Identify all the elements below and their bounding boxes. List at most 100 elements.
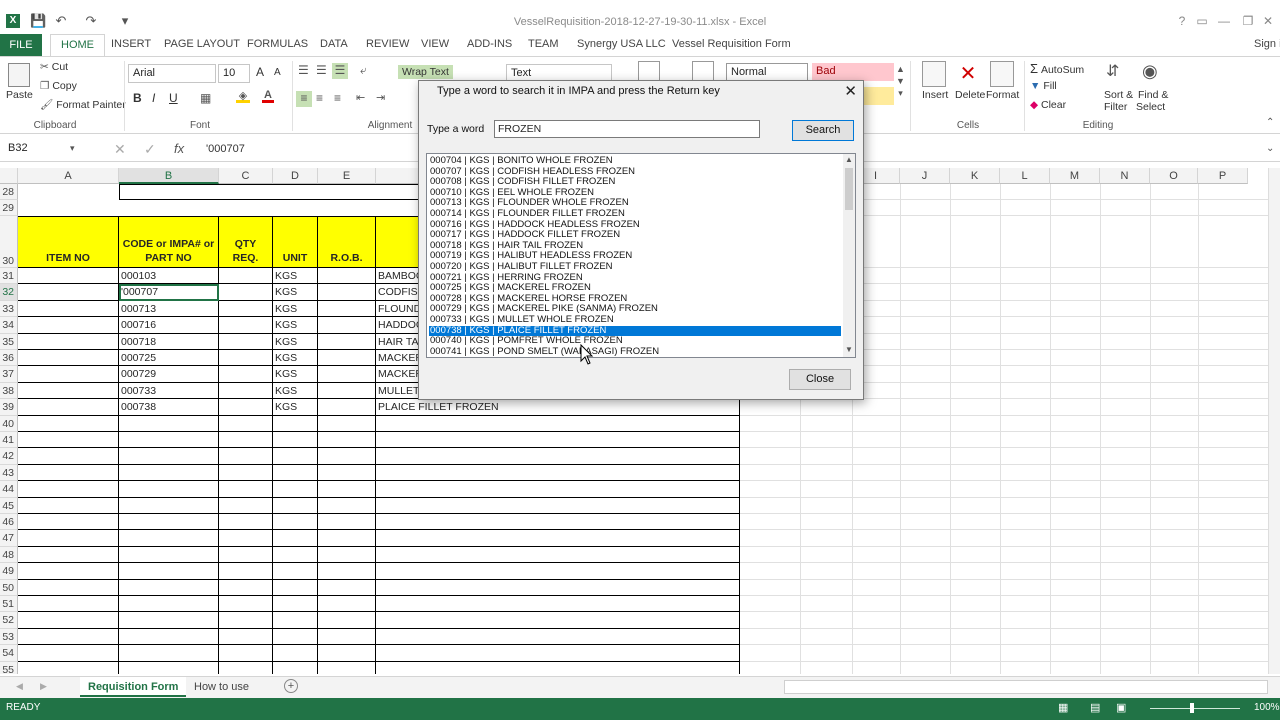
cell-code[interactable] xyxy=(119,579,219,596)
sort-filter-icon[interactable]: ⇵ xyxy=(1106,61,1119,81)
tab-insert[interactable]: INSERT xyxy=(111,38,151,50)
row-header[interactable]: 30 xyxy=(0,216,18,268)
cell-item-no[interactable] xyxy=(18,645,119,662)
bold-button[interactable]: B xyxy=(133,91,142,105)
close-button[interactable]: Close xyxy=(789,369,851,390)
collapse-ribbon-icon[interactable]: ⌃ xyxy=(1266,117,1274,128)
cell-unit[interactable]: KGS xyxy=(273,284,318,301)
header-item-no[interactable]: ITEM NO xyxy=(18,216,119,268)
result-list-item[interactable]: 000741 | KGS | POND SMELT (WAKASAGI) FRO… xyxy=(429,346,841,357)
cell-qty[interactable] xyxy=(219,382,273,400)
row-header[interactable]: 41 xyxy=(0,432,18,449)
cell-code[interactable] xyxy=(119,563,219,580)
tab-home[interactable]: HOME xyxy=(50,34,105,57)
cell-item-no[interactable] xyxy=(18,432,119,449)
cell-qty[interactable] xyxy=(219,579,273,596)
find-select-label-2[interactable]: Select xyxy=(1136,101,1165,113)
cell-item-no[interactable] xyxy=(18,317,119,334)
cell-qty[interactable] xyxy=(219,481,273,498)
fill-button[interactable]: ▼ Fill xyxy=(1030,80,1057,92)
cell-qty[interactable] xyxy=(219,645,273,662)
row-header[interactable]: 34 xyxy=(0,317,18,334)
column-header-e[interactable]: E xyxy=(318,168,376,184)
cell-qty[interactable] xyxy=(219,563,273,580)
cell-code[interactable] xyxy=(119,596,219,613)
cell-rob[interactable] xyxy=(318,317,376,334)
cell-rob[interactable] xyxy=(318,333,376,350)
align-top-icon[interactable]: ☰ xyxy=(298,63,309,77)
delete-label[interactable]: Delete xyxy=(955,89,985,101)
cell-code[interactable] xyxy=(119,628,219,646)
cell-rob[interactable] xyxy=(318,432,376,449)
row-header[interactable]: 28 xyxy=(0,184,18,200)
cell-code[interactable] xyxy=(119,448,219,465)
font-color-icon[interactable]: A xyxy=(262,89,274,103)
tab-review[interactable]: REVIEW xyxy=(366,38,409,50)
minimize-button[interactable]: — xyxy=(1214,14,1234,28)
cell-qty[interactable] xyxy=(219,448,273,465)
style-normal[interactable]: Normal xyxy=(726,63,808,81)
cell-rob[interactable] xyxy=(318,300,376,318)
row-header[interactable]: 55 xyxy=(0,661,18,674)
paste-icon[interactable] xyxy=(8,63,30,87)
cell-unit[interactable]: KGS xyxy=(273,317,318,334)
cell-code[interactable]: 000716 xyxy=(119,317,219,334)
tab-page-layout[interactable]: PAGE LAYOUT xyxy=(164,38,240,50)
grow-font-button[interactable]: A xyxy=(256,65,264,79)
tab-vessel-requisition[interactable]: Vessel Requisition Form xyxy=(672,38,791,50)
formula-content[interactable]: '000707 xyxy=(206,143,245,155)
row-header[interactable]: 51 xyxy=(0,596,18,613)
result-list-item[interactable]: 000704 | KGS | BONITO WHOLE FROZEN xyxy=(429,155,841,167)
row-header[interactable]: 40 xyxy=(0,415,18,432)
cell-item-no[interactable] xyxy=(18,530,119,547)
cell-unit[interactable] xyxy=(273,563,318,580)
fill-color-icon[interactable]: ◈ xyxy=(236,89,250,103)
help-button[interactable]: ? xyxy=(1172,14,1192,28)
cell-rob[interactable] xyxy=(318,579,376,596)
row-header[interactable]: 33 xyxy=(0,300,18,318)
cell-rob[interactable] xyxy=(318,382,376,400)
cell-qty[interactable] xyxy=(219,399,273,416)
cell-unit[interactable] xyxy=(273,596,318,613)
cell-rob[interactable] xyxy=(318,366,376,383)
find-select-label[interactable]: Find & xyxy=(1138,89,1168,101)
cell-code[interactable] xyxy=(119,661,219,674)
result-list-item[interactable]: 000714 | KGS | FLOUNDER FILLET FROZEN xyxy=(429,208,841,220)
cell-item-no[interactable] xyxy=(18,448,119,465)
cell-description[interactable] xyxy=(376,514,740,531)
row-header[interactable]: 49 xyxy=(0,563,18,580)
cell-qty[interactable] xyxy=(219,317,273,334)
sort-filter-label[interactable]: Sort & xyxy=(1104,89,1133,101)
merged-cell-row-28[interactable] xyxy=(119,184,419,200)
row-header[interactable]: 46 xyxy=(0,514,18,531)
cell-rob[interactable] xyxy=(318,268,376,285)
cell-qty[interactable] xyxy=(219,514,273,531)
cell-qty[interactable] xyxy=(219,661,273,674)
cell-code[interactable] xyxy=(119,481,219,498)
cell-unit[interactable] xyxy=(273,530,318,547)
cell-qty[interactable] xyxy=(219,366,273,383)
cell-qty[interactable] xyxy=(219,530,273,547)
cell-unit[interactable]: KGS xyxy=(273,300,318,318)
row-header[interactable]: 39 xyxy=(0,399,18,416)
cell-description[interactable] xyxy=(376,596,740,613)
scroll-up-icon[interactable]: ▲ xyxy=(845,155,853,164)
row-header[interactable]: 38 xyxy=(0,382,18,400)
cell-code[interactable] xyxy=(119,645,219,662)
cell-code[interactable] xyxy=(119,497,219,514)
cell-qty[interactable] xyxy=(219,268,273,285)
vertical-scrollbar[interactable] xyxy=(1268,168,1280,674)
cell-unit[interactable] xyxy=(273,415,318,432)
zoom-slider[interactable] xyxy=(1150,708,1240,709)
cell-qty[interactable] xyxy=(219,464,273,482)
cell-qty[interactable] xyxy=(219,350,273,367)
cell-unit[interactable]: KGS xyxy=(273,268,318,285)
cell-unit[interactable]: KGS xyxy=(273,399,318,416)
tab-add-ins[interactable]: ADD-INS xyxy=(467,38,512,50)
cell-unit[interactable] xyxy=(273,514,318,531)
font-size-box[interactable]: 10 xyxy=(218,64,250,83)
cell-description[interactable] xyxy=(376,530,740,547)
cell-unit[interactable] xyxy=(273,661,318,674)
row-header[interactable]: 29 xyxy=(0,200,18,216)
cell-code[interactable]: 000725 xyxy=(119,350,219,367)
